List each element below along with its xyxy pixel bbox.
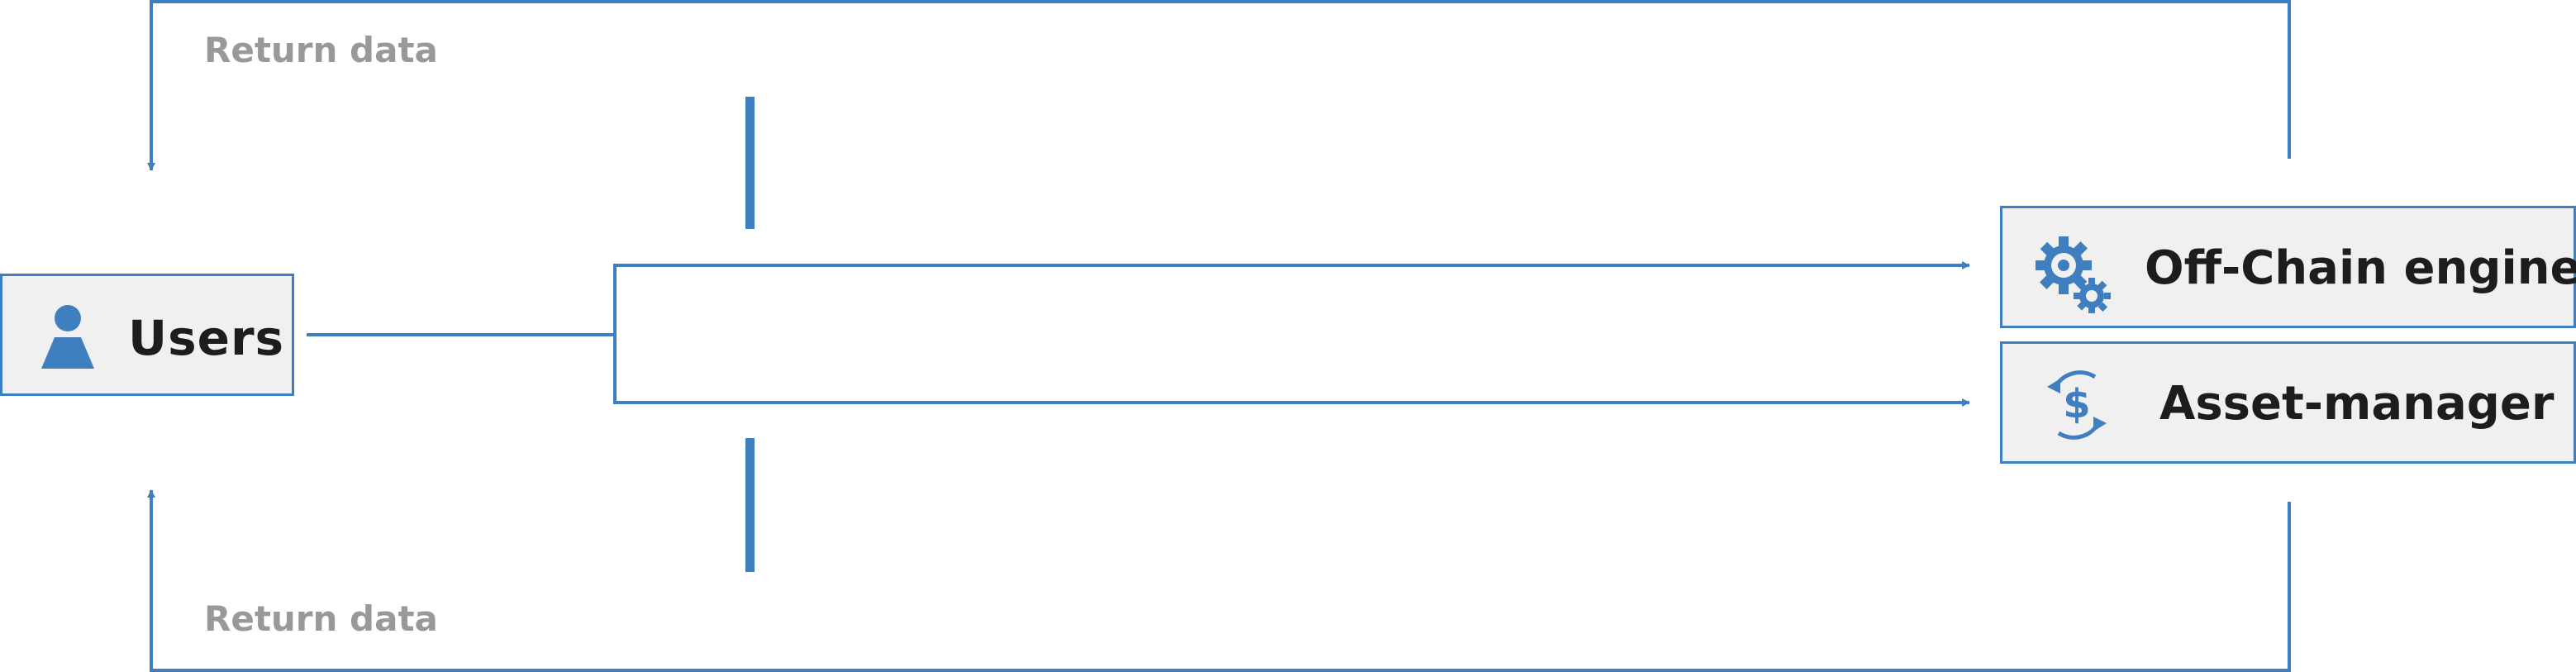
- svg-text:$: $: [2063, 381, 2090, 427]
- offchain-engine-label: Off-Chain engine: [2145, 241, 2576, 295]
- upper-separator-bar: [745, 97, 755, 229]
- user-icon: [41, 305, 94, 369]
- asset-manager-label: Asset-manager: [2159, 377, 2555, 431]
- lower-separator-bar: [745, 438, 755, 572]
- return-top-connector: [147, 0, 2291, 171]
- asset-manager-node[interactable]: $ Asset-manager: [2000, 341, 2576, 464]
- users-node[interactable]: Users: [0, 274, 294, 396]
- users-label: Users: [128, 310, 285, 366]
- return-bottom-connector: [147, 489, 2291, 672]
- dollar-cycle-icon: $: [2047, 370, 2107, 440]
- gears-icon: [2036, 236, 2111, 313]
- return-data-top-label: Return data: [204, 30, 438, 70]
- offchain-engine-node[interactable]: Off-Chain engine: [2000, 206, 2576, 328]
- connectors: [147, 0, 2291, 672]
- return-data-bottom-label: Return data: [204, 598, 438, 639]
- flow-diagram: Return data Return data Users Off-Chain …: [0, 0, 2576, 672]
